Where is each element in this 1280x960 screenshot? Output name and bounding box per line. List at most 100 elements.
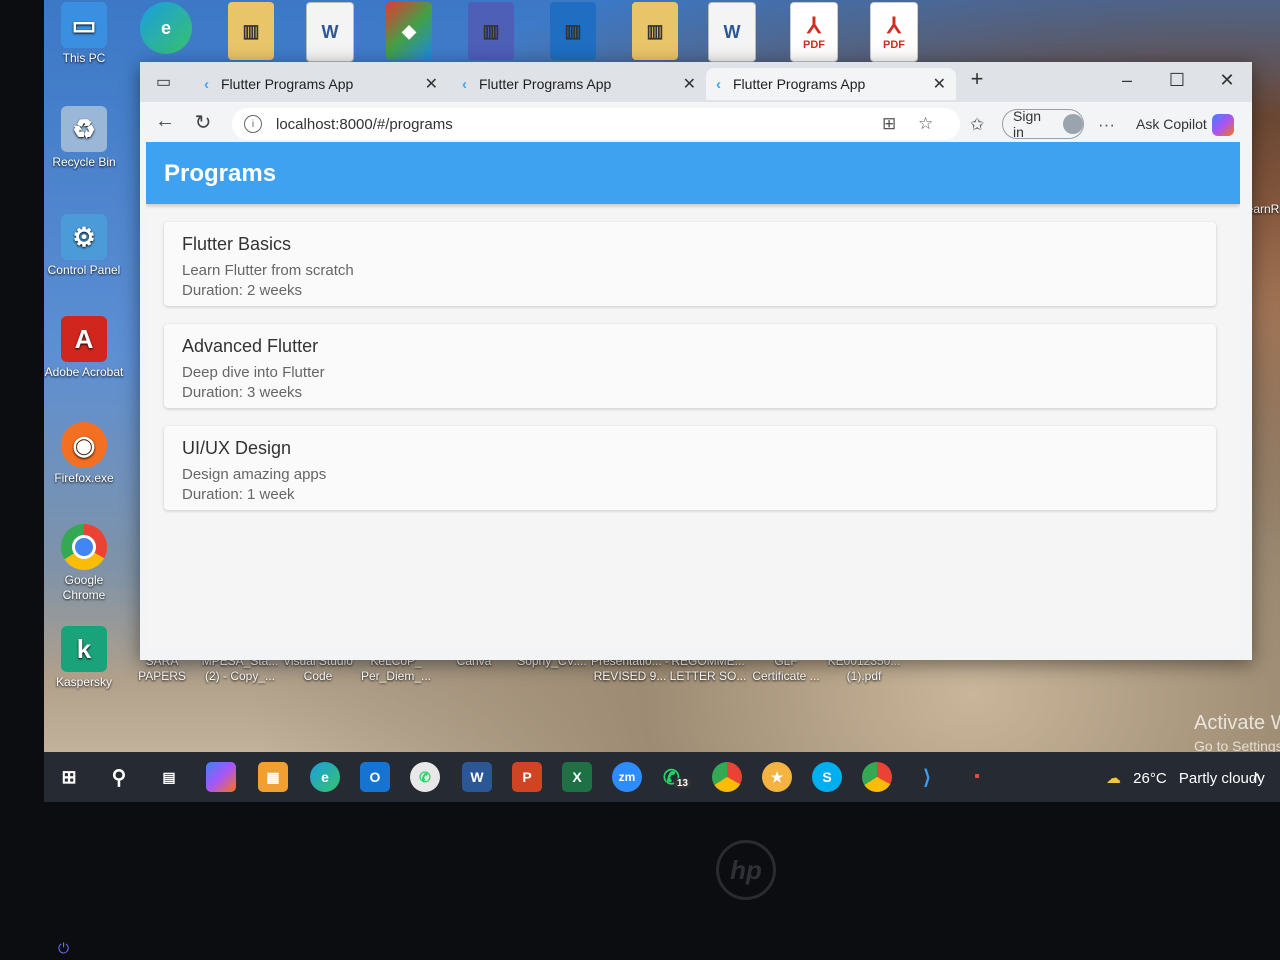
favorite-star-icon[interactable]: ☆ xyxy=(918,114,933,134)
tab-2[interactable]: ‹ Flutter Programs App ✕ xyxy=(452,68,706,100)
tab-bar: ▭ ‹ Flutter Programs App ✕ ‹ Flutter Pro… xyxy=(140,62,1252,102)
pdf-file-icon[interactable]: ⅄ PDF xyxy=(790,2,838,62)
desktop-icon-label: Control Panel xyxy=(47,263,121,277)
flutter-icon: ‹ xyxy=(462,75,467,93)
outlook-icon[interactable]: O xyxy=(360,762,390,792)
activate-windows-title: Activate Wind xyxy=(1194,712,1280,734)
acrobat-icon: A xyxy=(61,316,107,362)
desktop-icon-recycle-bin[interactable]: ♻ Recycle Bin xyxy=(44,106,124,170)
desktop-icon-label: Firefox.exe xyxy=(54,471,114,485)
skype-icon[interactable]: S xyxy=(812,762,842,792)
pdf-file-icon[interactable]: ⅄ PDF xyxy=(870,2,918,62)
flutter-icon: ‹ xyxy=(204,75,209,93)
program-card[interactable]: Flutter Basics Learn Flutter from scratc… xyxy=(164,222,1216,306)
tab-label: Flutter Programs App xyxy=(479,76,612,92)
program-card[interactable]: Advanced Flutter Deep dive into Flutter … xyxy=(164,324,1216,408)
more-options-icon[interactable]: ··· xyxy=(1098,115,1115,135)
pdf-glyph-icon: ⅄ xyxy=(887,13,901,38)
browser-window: ▭ ‹ Flutter Programs App ✕ ‹ Flutter Pro… xyxy=(140,62,1252,660)
zoom-label: zm xyxy=(618,770,636,784)
zoom-icon[interactable]: zm xyxy=(612,762,642,792)
firefox-icon: ◉ xyxy=(61,422,107,468)
ask-copilot-button[interactable]: Ask Copilot xyxy=(1136,116,1207,132)
pdf-glyph-icon: ⅄ xyxy=(807,13,821,38)
program-subtitle: Deep dive into Flutter xyxy=(182,364,325,381)
pdf-label: PDF xyxy=(803,39,825,51)
edge-taskbar-icon[interactable]: e xyxy=(310,762,340,792)
desktop-icon-kaspersky[interactable]: k Kaspersky xyxy=(44,626,124,690)
flutter-taskbar-icon[interactable]: ▪ xyxy=(962,762,992,792)
powerpoint-icon[interactable]: P xyxy=(512,762,542,792)
archive-file-icon[interactable]: ▥ xyxy=(228,2,274,60)
sign-in-button[interactable]: Sign in xyxy=(1002,108,1084,140)
weather-widget[interactable]: ☁ 26°C Partly cloudy xyxy=(1106,769,1265,787)
close-tab-icon[interactable]: ✕ xyxy=(425,74,438,94)
store-icon[interactable]: ▦ xyxy=(258,762,288,792)
task-view-icon[interactable]: ▤ xyxy=(154,762,184,792)
favorites-icon[interactable]: ✩ xyxy=(970,115,984,135)
search-icon[interactable]: ⚲ xyxy=(104,762,134,792)
kaspersky-icon: k xyxy=(61,626,107,672)
minimize-icon[interactable]: – xyxy=(1112,70,1142,91)
desktop-icon-label: Recycle Bin xyxy=(52,155,116,169)
tab-3-active[interactable]: ‹ Flutter Programs App ✕ xyxy=(706,68,956,100)
desktop-icon-label: Kaspersky xyxy=(55,675,113,689)
desktop-icon-adobe-acrobat[interactable]: A Adobe Acrobat xyxy=(44,316,124,380)
chevron-up-icon[interactable]: ˄ xyxy=(1242,762,1272,792)
archive-file-icon[interactable]: ▥ xyxy=(550,2,596,60)
tab-1[interactable]: ‹ Flutter Programs App ✕ xyxy=(194,68,448,100)
url-text: localhost:8000/#/programs xyxy=(276,115,453,133)
close-tab-icon[interactable]: ✕ xyxy=(683,74,696,94)
site-info-icon[interactable]: i xyxy=(244,115,262,133)
weather-temp: 26°C xyxy=(1133,770,1167,787)
chrome-profile-icon[interactable] xyxy=(862,762,892,792)
whatsapp-icon[interactable]: ✆ 13 xyxy=(662,762,692,792)
hp-logo: hp xyxy=(716,840,776,900)
app-shortcut-icon[interactable]: ◆ xyxy=(386,2,432,60)
flutter-icon: ‹ xyxy=(716,75,721,93)
chrome-icon xyxy=(61,524,107,570)
close-tab-icon[interactable]: ✕ xyxy=(933,74,946,94)
desktop-icon-firefox[interactable]: ◉ Firefox.exe xyxy=(44,422,124,486)
app-available-icon[interactable]: ⊞ xyxy=(882,114,896,134)
copilot-taskbar-icon[interactable] xyxy=(206,762,236,792)
program-subtitle: Learn Flutter from scratch xyxy=(182,262,354,279)
new-tab-icon[interactable]: + xyxy=(962,66,992,92)
tab-label: Flutter Programs App xyxy=(733,76,866,92)
chrome-taskbar-icon[interactable] xyxy=(712,762,742,792)
pdf-label: PDF xyxy=(883,39,905,51)
desktop-icon-label: This PC xyxy=(62,51,106,65)
archive-file-icon[interactable]: ▥ xyxy=(468,2,514,60)
close-window-icon[interactable]: ✕ xyxy=(1212,70,1242,91)
page-title: Programs xyxy=(164,160,277,187)
tab-actions-icon[interactable]: ▭ xyxy=(156,72,171,92)
taskbar: ⊞ ⚲ ▤ ▦ e O ✆ W P X zm ✆ 13 ★ S ⟩ ▪ ☁ 26°… xyxy=(44,752,1280,802)
flutter-app: Programs Flutter Basics Learn Flutter fr… xyxy=(146,142,1240,648)
url-field[interactable]: i localhost:8000/#/programs ⊞ ☆ xyxy=(232,108,960,140)
excel-icon[interactable]: X xyxy=(562,762,592,792)
pc-icon: ▭ xyxy=(61,2,107,48)
desktop-icon-control-panel[interactable]: ⚙ Control Panel xyxy=(44,214,124,278)
word-file-icon[interactable]: W xyxy=(306,2,354,62)
copilot-icon[interactable] xyxy=(1212,114,1234,136)
partly-cloudy-icon: ☁ xyxy=(1106,770,1121,787)
desktop-icon-label: Google Chrome xyxy=(62,573,106,602)
edge-desktop-icon[interactable]: e xyxy=(140,2,192,54)
desktop-icon-chrome[interactable]: Google Chrome xyxy=(44,524,124,603)
back-icon[interactable]: ← xyxy=(150,110,180,133)
desktop-icon-this-pc[interactable]: ▭ This PC xyxy=(44,2,124,66)
star-app-icon[interactable]: ★ xyxy=(762,762,792,792)
whatsapp-desktop-icon[interactable]: ✆ xyxy=(410,762,440,792)
pdf-archive-file-icon[interactable]: ▥ xyxy=(632,2,678,60)
word-taskbar-icon[interactable]: W xyxy=(462,762,492,792)
word-file-icon[interactable]: W xyxy=(708,2,756,62)
refresh-icon[interactable]: ↻ xyxy=(188,110,218,135)
program-card[interactable]: UI/UX Design Design amazing apps Duratio… xyxy=(164,426,1216,510)
start-windows-icon[interactable]: ⊞ xyxy=(54,762,84,792)
maximize-icon[interactable]: ☐ xyxy=(1162,70,1192,91)
program-duration: Duration: 2 weeks xyxy=(182,282,303,299)
avatar-icon xyxy=(1063,114,1083,134)
notification-badge: 13 xyxy=(673,777,691,789)
vscode-icon[interactable]: ⟩ xyxy=(912,762,942,792)
desktop-icon-label: Adobe Acrobat xyxy=(44,365,124,379)
